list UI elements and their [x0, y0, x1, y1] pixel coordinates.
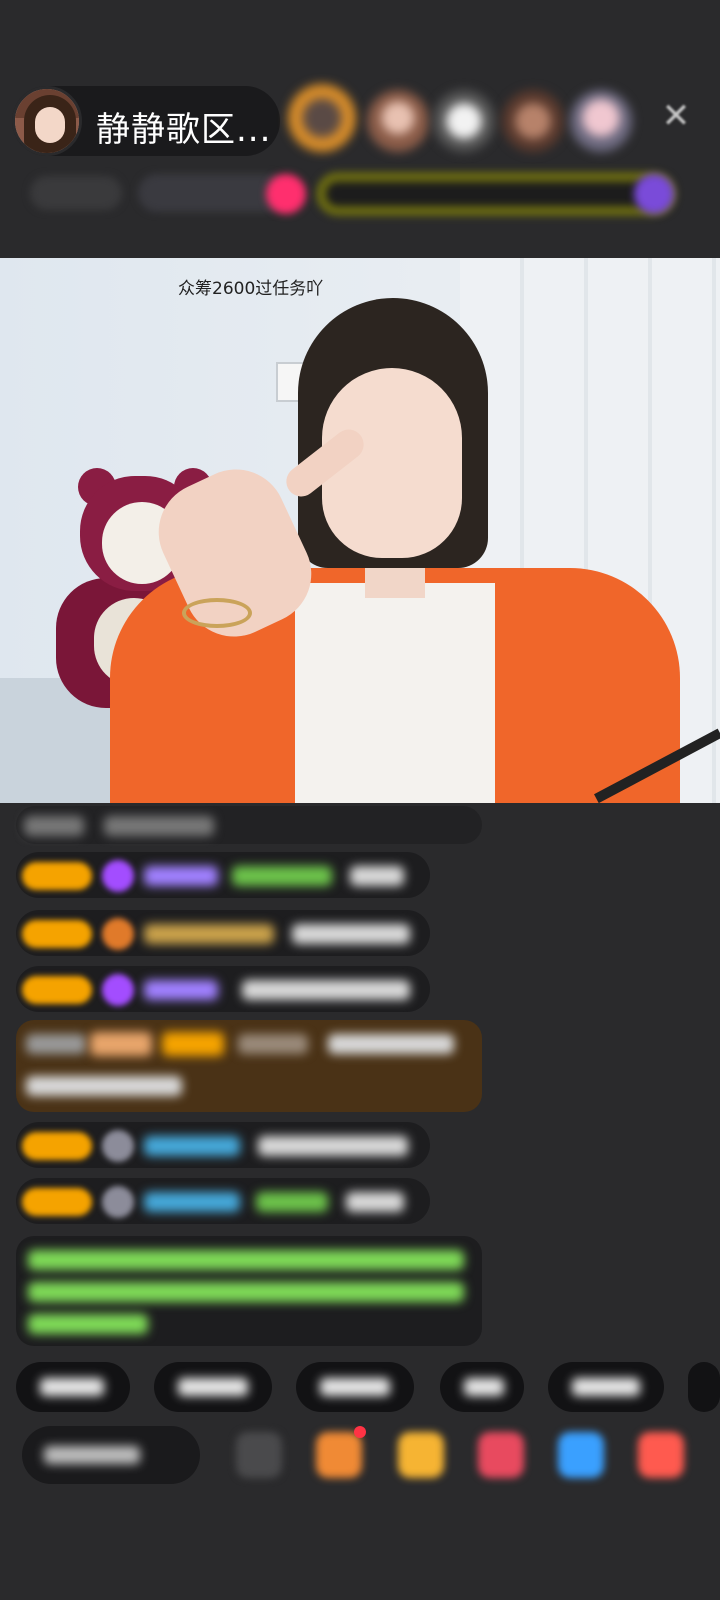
level-badge [22, 1188, 92, 1216]
fan-avatar-2[interactable] [367, 90, 429, 152]
level-badge [22, 1132, 92, 1160]
host-info-pill[interactable]: 静静歌区... [12, 86, 280, 156]
quick-reply-chip[interactable] [16, 1362, 130, 1412]
gift-icon[interactable] [638, 1432, 684, 1478]
chat-item[interactable] [16, 1122, 430, 1168]
chat-item[interactable] [16, 852, 430, 898]
system-notice [16, 1236, 482, 1346]
fan-avatar-3[interactable] [433, 90, 495, 152]
level-badge [22, 862, 92, 890]
gift-box-icon[interactable] [316, 1432, 362, 1478]
gem-icon [102, 860, 134, 892]
chat-item-highlight[interactable] [16, 1020, 482, 1112]
video-caption: 众筹2600过任务吖 [178, 279, 324, 299]
medal-icon [102, 918, 134, 950]
avatar [102, 1186, 134, 1218]
quick-reply-row [16, 1362, 720, 1412]
game-icon[interactable] [558, 1432, 604, 1478]
live-room-screen: { "header": { "host_name": "静静歌区...", "c… [0, 0, 720, 1600]
quick-reply-chip[interactable] [440, 1362, 524, 1412]
activity-icon[interactable] [266, 174, 306, 214]
gift-bag-icon[interactable] [478, 1432, 524, 1478]
close-icon[interactable]: ✕ [658, 98, 694, 134]
host-name[interactable]: 静静歌区... [96, 102, 271, 151]
room-info-row [16, 168, 706, 220]
notification-dot [354, 1426, 366, 1438]
bottom-toolbar [0, 1420, 720, 1490]
quick-reply-chip[interactable] [688, 1362, 720, 1412]
quick-reply-chip[interactable] [296, 1362, 414, 1412]
fan-avatar-4[interactable] [502, 90, 564, 152]
treasure-icon[interactable] [398, 1432, 444, 1478]
bottom-spacer [0, 1500, 720, 1600]
more-icon[interactable] [236, 1432, 282, 1478]
quick-reply-chip[interactable] [548, 1362, 664, 1412]
streamer [110, 298, 690, 803]
fan-avatar-5[interactable] [570, 90, 632, 152]
fan-avatar-1[interactable] [288, 84, 356, 152]
gem-icon [102, 974, 134, 1006]
chat-item[interactable] [16, 910, 430, 956]
chat-item[interactable] [16, 806, 482, 844]
level-badge [22, 976, 92, 1004]
task-banner[interactable] [316, 172, 676, 216]
host-avatar[interactable] [12, 86, 82, 156]
comment-input[interactable] [22, 1426, 200, 1484]
quick-reply-chip[interactable] [154, 1362, 272, 1412]
level-badge [22, 920, 92, 948]
popularity-badge[interactable] [30, 176, 122, 210]
task-icon[interactable] [634, 174, 674, 214]
avatar [102, 1130, 134, 1162]
chat-item[interactable] [16, 966, 430, 1012]
chat-item[interactable] [16, 1178, 430, 1224]
live-video[interactable]: 众筹2600过任务吖 [0, 258, 720, 803]
